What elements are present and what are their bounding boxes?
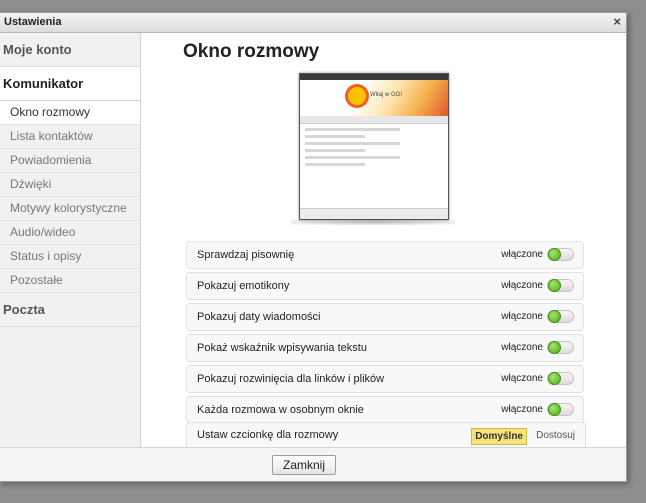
main-panel: Okno rozmowy Witaj w GG! Sprawdzaj pisow… <box>141 33 626 450</box>
font-setting-row: Ustaw czcionkę dla rozmowy Domyślne Dost… <box>186 422 586 450</box>
sidebar-item-lista-kontaktow[interactable]: Lista kontaktów <box>0 125 140 149</box>
toggle-knob <box>548 372 561 385</box>
sidebar-item-audio-wideo[interactable]: Audio/wideo <box>0 221 140 245</box>
window-footer: Zamknij <box>0 447 626 481</box>
setting-label: Sprawdzaj pisownię <box>197 249 295 261</box>
preview-footer <box>300 208 448 219</box>
preview-header: Witaj w GG! <box>300 80 448 116</box>
sidebar-item-dzwieki[interactable]: Dźwięki <box>0 173 140 197</box>
setting-row-typing-indicator: Pokaż wskaźnik wpisywania tekstu włączon… <box>186 334 584 362</box>
sidebar-section-moje-konto[interactable]: Moje konto <box>0 33 140 67</box>
window-title: Ustawienia <box>4 16 62 28</box>
toggle-switch[interactable] <box>547 403 574 416</box>
sidebar: Moje konto Komunikator Okno rozmowy List… <box>0 33 141 447</box>
setting-row-separate-windows: Każda rozmowa w osobnym oknie włączone <box>186 396 584 424</box>
toggle-knob <box>548 403 561 416</box>
setting-row-emoticons: Pokazuj emotikony włączone <box>186 272 584 300</box>
close-icon[interactable]: × <box>613 14 621 29</box>
preview-message-line <box>305 142 400 145</box>
setting-label: Pokazuj emotikony <box>197 280 290 292</box>
setting-state: włączone <box>501 311 543 322</box>
preview-message-line <box>305 163 365 166</box>
sidebar-item-status[interactable]: Status i opisy <box>0 245 140 269</box>
font-setting-label: Ustaw czcionkę dla rozmowy <box>197 429 339 441</box>
setting-label: Pokaż wskaźnik wpisywania tekstu <box>197 342 367 354</box>
toggle-knob <box>548 279 561 292</box>
gg-sun-icon <box>348 87 366 105</box>
setting-state: włączone <box>501 404 543 415</box>
sidebar-item-pozostale[interactable]: Pozostałe <box>0 269 140 293</box>
preview-shadow <box>291 219 455 225</box>
toggle-switch[interactable] <box>547 341 574 354</box>
preview-message-line <box>305 149 365 152</box>
toggle-switch[interactable] <box>547 310 574 323</box>
setting-state: włączone <box>501 249 543 260</box>
setting-label: Pokazuj daty wiadomości <box>197 311 321 323</box>
sidebar-item-powiadomienia[interactable]: Powiadomienia <box>0 149 140 173</box>
close-button[interactable]: Zamknij <box>272 455 336 475</box>
settings-window: Ustawienia × Moje konto Komunikator Okno… <box>0 12 627 482</box>
setting-row-dates: Pokazuj daty wiadomości włączone <box>186 303 584 331</box>
toggle-knob <box>548 341 561 354</box>
customize-font-button[interactable]: Dostosuj <box>536 430 575 441</box>
chat-window-preview: Witaj w GG! <box>299 73 449 220</box>
toggle-knob <box>548 310 561 323</box>
preview-message-line <box>305 156 400 159</box>
setting-label: Każda rozmowa w osobnym oknie <box>197 404 364 416</box>
settings-list: Sprawdzaj pisownię włączone Pokazuj emot… <box>186 241 584 427</box>
toggle-knob <box>548 248 561 261</box>
toggle-switch[interactable] <box>547 372 574 385</box>
window-body: Moje konto Komunikator Okno rozmowy List… <box>0 33 626 450</box>
page-title: Okno rozmowy <box>183 41 320 62</box>
setting-row-link-previews: Pokazuj rozwinięcia dla linków i plików … <box>186 365 584 393</box>
setting-state: włączone <box>501 373 543 384</box>
preview-tabs <box>300 116 448 124</box>
sidebar-section-komunikator[interactable]: Komunikator <box>0 67 140 101</box>
setting-row-spellcheck: Sprawdzaj pisownię włączone <box>186 241 584 269</box>
titlebar: Ustawienia × <box>0 13 626 33</box>
setting-state: włączone <box>501 342 543 353</box>
toggle-switch[interactable] <box>547 248 574 261</box>
preview-message-line <box>305 128 400 131</box>
sidebar-section-poczta[interactable]: Poczta <box>0 293 140 327</box>
toggle-switch[interactable] <box>547 279 574 292</box>
sidebar-item-motywy[interactable]: Motywy kolorystyczne <box>0 197 140 221</box>
sidebar-item-okno-rozmowy[interactable]: Okno rozmowy <box>0 101 140 125</box>
default-font-button[interactable]: Domyślne <box>471 428 527 445</box>
setting-label: Pokazuj rozwinięcia dla linków i plików <box>197 373 385 385</box>
preview-message-line <box>305 135 365 138</box>
preview-welcome-text: Witaj w GG! <box>370 92 403 98</box>
setting-state: włączone <box>501 280 543 291</box>
